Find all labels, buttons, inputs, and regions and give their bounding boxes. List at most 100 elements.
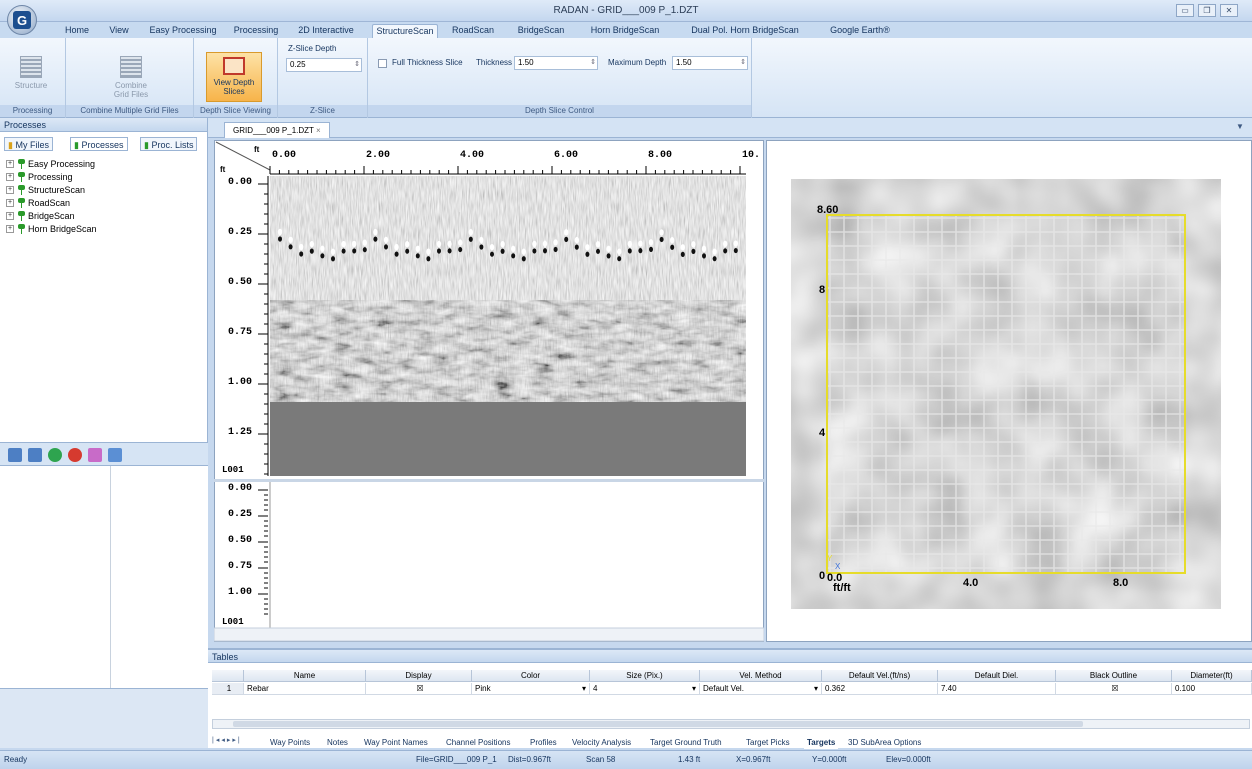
dropdown-icon[interactable]: ▾: [582, 683, 586, 694]
close-tab-icon[interactable]: ×: [316, 126, 321, 135]
table-horizontal-scrollbar[interactable]: [212, 719, 1250, 729]
tab-home[interactable]: Home: [58, 24, 96, 38]
cell-color[interactable]: Pink ▾: [472, 683, 590, 695]
cell-vel-method[interactable]: Default Vel. ▾: [700, 683, 822, 695]
column-header-name[interactable]: Name: [244, 670, 366, 682]
rebar-reflection: [691, 241, 696, 248]
bottom-tab-target-ground-truth[interactable]: Target Ground Truth: [650, 737, 722, 749]
cell-display-checkbox[interactable]: ☒: [366, 683, 472, 695]
expand-icon[interactable]: +: [6, 199, 14, 207]
cell-default-diel[interactable]: 7.40: [938, 683, 1056, 695]
tree-item-roadscan[interactable]: + RoadScan: [6, 197, 70, 209]
spinner-icon[interactable]: ⇕: [740, 57, 746, 69]
tree-item-structurescan[interactable]: + StructureScan: [6, 184, 85, 196]
bottom-tab-velocity-analysis[interactable]: Velocity Analysis: [572, 737, 631, 749]
bottom-tab-3d-subarea-options[interactable]: 3D SubArea Options: [848, 737, 921, 749]
zslice-depth-input[interactable]: 0.25 ⇕: [286, 58, 362, 72]
tab-my-files[interactable]: ▮ My Files: [4, 137, 53, 151]
structure-button[interactable]: Structure: [8, 56, 54, 90]
column-header-vel-method[interactable]: Vel. Method: [700, 670, 822, 682]
tab-proc-lists[interactable]: ▮ Proc. Lists: [140, 137, 198, 151]
tab-horn-bridgescan[interactable]: Horn BridgeScan: [582, 24, 668, 38]
play-icon[interactable]: [48, 448, 62, 462]
dropdown-icon[interactable]: ▾: [692, 683, 696, 694]
column-header-size[interactable]: Size (Pix.): [590, 670, 700, 682]
scrollbar-thumb[interactable]: [233, 721, 1083, 727]
document-tab[interactable]: GRID___009 P_1.DZT ×: [224, 122, 330, 138]
bottom-tab-targets[interactable]: Targets: [804, 737, 839, 749]
combine-grid-files-button[interactable]: Combine Grid Files: [108, 56, 154, 99]
tab-roadscan[interactable]: RoadScan: [446, 24, 500, 38]
column-header-color[interactable]: Color: [472, 670, 590, 682]
rebar-reflection: [691, 248, 696, 254]
forward-icon[interactable]: [28, 448, 42, 462]
thickness-input[interactable]: 1.50 ⇕: [514, 56, 598, 70]
tab-processes[interactable]: ▮ Processes: [70, 137, 128, 151]
application-button[interactable]: G: [7, 5, 37, 35]
rebar-reflection: [606, 245, 611, 253]
max-depth-input[interactable]: 1.50 ⇕: [672, 56, 748, 70]
cell-name[interactable]: Rebar: [244, 683, 366, 695]
row-header-corner: [212, 670, 244, 682]
expand-icon[interactable]: +: [6, 186, 14, 194]
tab-2d-interactive[interactable]: 2D Interactive: [292, 24, 360, 38]
slice-y-tick-4: 4: [819, 427, 826, 439]
rebar-reflection: [341, 240, 346, 248]
rebar-reflection: [627, 240, 632, 248]
cell-black-outline-checkbox[interactable]: ☒: [1056, 683, 1172, 695]
column-header-black-outline[interactable]: Black Outline: [1056, 670, 1172, 682]
bottom-tab-way-point-names[interactable]: Way Point Names: [364, 737, 428, 749]
bottom-tab-target-picks[interactable]: Target Picks: [746, 737, 790, 749]
dropdown-icon[interactable]: ▾: [814, 683, 818, 694]
back-icon[interactable]: [8, 448, 22, 462]
tree-item-bridgescan[interactable]: + BridgeScan: [6, 210, 75, 222]
column-header-default-diel[interactable]: Default Diel.: [938, 670, 1056, 682]
depth-slice-view[interactable]: 8.60 8 4 4.0 8.0 0 0.0 ft/ft Y X: [766, 140, 1252, 642]
tab-processing[interactable]: Processing: [228, 24, 284, 38]
restore-icon[interactable]: ❐: [1198, 4, 1216, 17]
tab-dropdown-icon[interactable]: ▼: [1236, 122, 1244, 131]
expand-icon[interactable]: +: [6, 160, 14, 168]
full-thickness-checkbox[interactable]: [378, 59, 387, 68]
description-area: [0, 688, 208, 748]
tab-bridgescan[interactable]: BridgeScan: [508, 24, 574, 38]
flask-icon[interactable]: [88, 448, 102, 462]
horizontal-scrollbar[interactable]: [214, 627, 764, 642]
radargram-canvas[interactable]: ft ft 0.00 2.00 4.00 6.00 8.00 10. 0.00 0.25 0.…: [214, 140, 764, 642]
stop-icon[interactable]: [68, 448, 82, 462]
close-icon[interactable]: ✕: [1220, 4, 1238, 17]
expand-icon[interactable]: +: [6, 225, 14, 233]
rebar-reflection: [288, 236, 293, 244]
cell-diameter[interactable]: 0.100: [1172, 683, 1252, 695]
bottom-tab-profiles[interactable]: Profiles: [530, 737, 557, 749]
cell-default-vel[interactable]: 0.362: [822, 683, 938, 695]
tab-google-earth[interactable]: Google Earth®: [822, 24, 898, 38]
tab-structurescan[interactable]: StructureScan: [372, 24, 438, 38]
document-tab-bar: GRID___009 P_1.DZT × ▼: [208, 118, 1252, 138]
title-bar: RADAN - GRID___009 P_1.DZT ▭ ❐ ✕: [0, 0, 1252, 22]
view-depth-slices-button[interactable]: View Depth Slices: [206, 52, 262, 102]
tab-easy-processing[interactable]: Easy Processing: [144, 24, 222, 38]
expand-icon[interactable]: +: [6, 173, 14, 181]
column-header-default-vel[interactable]: Default Vel.(ft/ns): [822, 670, 938, 682]
column-header-diameter[interactable]: Diameter(ft): [1172, 670, 1252, 682]
tree-item-processing[interactable]: + Processing: [6, 171, 73, 183]
cell-size[interactable]: 4 ▾: [590, 683, 700, 695]
tab-view[interactable]: View: [102, 24, 136, 38]
tab-navigation-icons[interactable]: |◂◂▸▸|: [212, 736, 260, 748]
tab-dual-pol-horn-bridgescan[interactable]: Dual Pol. Horn BridgeScan: [676, 24, 814, 38]
expand-icon[interactable]: +: [6, 212, 14, 220]
column-header-display[interactable]: Display: [366, 670, 472, 682]
rebar-reflection: [606, 253, 611, 259]
tree-item-horn-bridgescan[interactable]: + Horn BridgeScan: [6, 223, 97, 235]
bottom-tab-channel-positions[interactable]: Channel Positions: [446, 737, 510, 749]
spinner-icon[interactable]: ⇕: [354, 59, 360, 71]
spinner-icon[interactable]: ⇕: [590, 57, 596, 69]
bottom-tab-notes[interactable]: Notes: [327, 737, 348, 749]
minimize-icon[interactable]: ▭: [1176, 4, 1194, 17]
group-label-processing: Processing: [0, 105, 65, 117]
undo-icon[interactable]: [108, 448, 122, 462]
zslice-depth-label: Z-Slice Depth: [288, 44, 337, 53]
bottom-tab-way-points[interactable]: Way Points: [270, 737, 310, 749]
tree-item-easy-processing[interactable]: + Easy Processing: [6, 158, 95, 170]
